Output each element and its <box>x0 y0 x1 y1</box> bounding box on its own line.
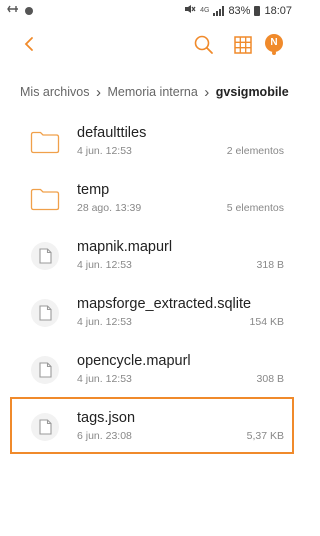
file-date: 28 ago. 13:39 <box>77 202 142 214</box>
back-button[interactable] <box>20 34 40 54</box>
file-list: defaulttiles 4 jun. 12:53 2 elementos te… <box>0 112 296 454</box>
generic-file-icon <box>31 413 59 441</box>
file-date: 4 jun. 12:53 <box>77 373 132 385</box>
breadcrumb-separator-icon: › <box>95 83 101 101</box>
search-button[interactable] <box>193 34 215 56</box>
list-item-folder-defaulttiles[interactable]: defaulttiles 4 jun. 12:53 2 elementos <box>0 112 296 169</box>
file-name: opencycle.mapurl <box>77 353 191 369</box>
file-date: 6 jun. 23:08 <box>77 430 132 442</box>
file-name: mapsforge_extracted.sqlite <box>77 296 252 312</box>
file-size: 308 B <box>256 373 284 385</box>
breadcrumb-item-current[interactable]: gvsigmobile <box>216 85 289 99</box>
file-name: temp <box>77 182 110 198</box>
generic-file-icon <box>31 356 59 384</box>
badge-dot-icon <box>272 51 276 55</box>
list-item-file-mapsforge[interactable]: mapsforge_extracted.sqlite 4 jun. 12:53 … <box>0 283 296 340</box>
item-count: 2 elementos <box>226 145 284 157</box>
clock-time: 18:07 <box>264 4 292 17</box>
usb-icon <box>7 4 19 17</box>
file-date: 4 jun. 12:53 <box>77 145 132 157</box>
file-size: 318 B <box>256 259 284 271</box>
file-name: defaulttiles <box>77 125 147 141</box>
network-type: 4G <box>200 7 210 14</box>
chevron-left-icon <box>24 37 33 51</box>
file-size: 5,37 KB <box>246 430 284 442</box>
grid-view-button[interactable] <box>232 34 254 56</box>
notification-dot-icon <box>25 6 33 15</box>
breadcrumb: Mis archivos › Memoria interna › gvsigmo… <box>0 72 296 112</box>
breadcrumb-separator-icon: › <box>204 83 210 101</box>
breadcrumb-item-internal-memory[interactable]: Memoria interna <box>107 85 197 99</box>
file-name: mapnik.mapurl <box>77 239 173 255</box>
search-icon <box>194 35 213 54</box>
app-toolbar: N <box>0 22 296 66</box>
file-date: 4 jun. 12:53 <box>77 259 132 271</box>
list-item-file-tags-json[interactable]: tags.json 6 jun. 23:08 5,37 KB <box>10 397 294 454</box>
status-bar: 4G 83% 18:07 <box>0 0 296 22</box>
generic-file-icon <box>31 242 59 270</box>
signal-icon <box>213 5 225 16</box>
grid-icon <box>234 36 252 54</box>
battery-icon <box>254 5 261 16</box>
folder-icon <box>30 188 60 211</box>
mute-icon <box>184 4 196 17</box>
breadcrumb-item-root[interactable]: Mis archivos <box>20 85 89 99</box>
list-item-file-mapnik[interactable]: mapnik.mapurl 4 jun. 12:53 318 B <box>0 226 296 283</box>
folder-icon <box>30 131 60 154</box>
account-badge: N <box>265 34 283 52</box>
account-button[interactable]: N <box>262 32 286 58</box>
file-date: 4 jun. 12:53 <box>77 316 132 328</box>
list-item-file-opencycle[interactable]: opencycle.mapurl 4 jun. 12:53 308 B <box>0 340 296 397</box>
item-count: 5 elementos <box>226 202 284 214</box>
file-size: 154 KB <box>249 316 284 328</box>
battery-percent: 83% <box>228 4 251 17</box>
file-name: tags.json <box>77 410 136 426</box>
generic-file-icon <box>31 299 59 327</box>
list-item-folder-temp[interactable]: temp 28 ago. 13:39 5 elementos <box>0 169 296 226</box>
